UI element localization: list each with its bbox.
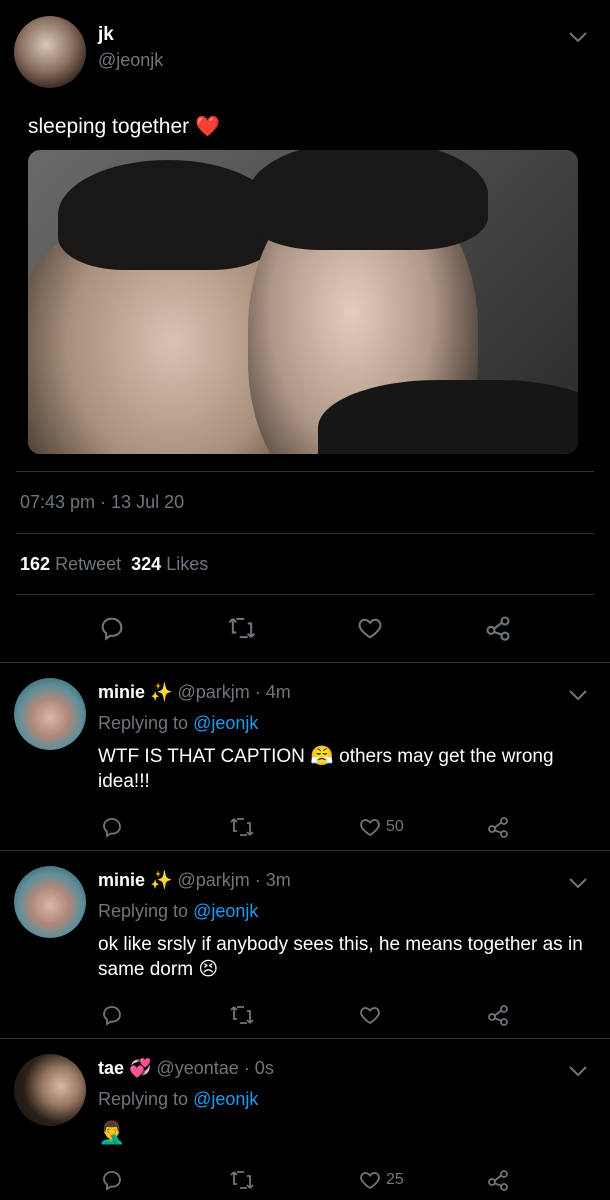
reply-header: minie ✨ @parkjm · 4m [98, 682, 291, 703]
reply-icon[interactable] [100, 1003, 124, 1027]
hearts-emoji: 💞 [129, 1058, 152, 1078]
chevron-down-icon[interactable] [568, 30, 588, 44]
steam-face-emoji: 😤 [310, 746, 334, 767]
chevron-down-icon[interactable] [568, 688, 588, 702]
reply-author-name[interactable]: minie [98, 682, 145, 702]
heart-icon[interactable] [358, 1003, 382, 1027]
replying-to-handle[interactable]: @jeonjk [193, 713, 258, 733]
reply-author-handle[interactable]: @parkjm [177, 682, 249, 702]
retweet-icon[interactable] [228, 1168, 256, 1192]
author-handle[interactable]: @jeonjk [98, 50, 163, 71]
tweet-text: sleeping together ❤️ [28, 115, 220, 138]
facepalm-emoji: 🤦‍♂️ [98, 1120, 126, 1145]
reply-header: tae 💞 @yeontae · 0s [98, 1058, 274, 1079]
retweet-icon[interactable] [228, 1003, 256, 1027]
reply-icon[interactable] [100, 1168, 124, 1192]
tweet-timestamp: 07:43 pm · 13 Jul 20 [20, 492, 185, 512]
like-action[interactable] [358, 1003, 386, 1027]
like-count: 25 [386, 1171, 404, 1188]
divider [0, 850, 610, 851]
like-count: 50 [386, 818, 404, 835]
share-icon[interactable] [486, 1003, 510, 1027]
reply-text: ok like srsly if anybody sees this, he m… [98, 934, 583, 980]
chevron-down-icon[interactable] [568, 876, 588, 890]
replying-to: Replying to @jeonjk [98, 713, 259, 733]
persevering-face-emoji: 😣 [198, 959, 219, 980]
replying-to: Replying to @jeonjk [98, 1089, 259, 1109]
divider [16, 533, 594, 534]
divider [16, 594, 594, 595]
chevron-down-icon[interactable] [568, 1064, 588, 1078]
reply-author-handle[interactable]: @yeontae [156, 1058, 238, 1078]
tweet-stats: 162 Retweet 324 Likes [20, 554, 208, 575]
retweet-icon[interactable] [226, 614, 258, 642]
reply-time: · 4m [254, 682, 291, 702]
share-icon[interactable] [484, 614, 512, 642]
reply-avatar[interactable] [14, 866, 86, 938]
sparkles-emoji: ✨ [150, 682, 173, 702]
reply-author-name[interactable]: minie [98, 870, 145, 890]
heart-emoji: ❤️ [194, 116, 220, 138]
reply-text: WTF IS THAT CAPTION 😤 others may get the… [98, 746, 554, 792]
author-avatar[interactable] [14, 16, 86, 88]
share-icon[interactable] [486, 1168, 510, 1192]
retweet-count: 162 [20, 554, 51, 574]
like-action[interactable]: 25 [358, 1168, 404, 1192]
reply-avatar[interactable] [14, 678, 86, 750]
reply-author-name[interactable]: tae [98, 1058, 124, 1078]
tweet-photo[interactable] [28, 150, 578, 454]
retweet-label[interactable]: Retweet [55, 554, 121, 574]
reply-time: · 3m [254, 870, 291, 890]
reply-header: minie ✨ @parkjm · 3m [98, 870, 291, 891]
divider [16, 471, 594, 472]
likes-label[interactable]: Likes [166, 554, 208, 574]
reply-time: · 0s [243, 1058, 274, 1078]
share-icon[interactable] [486, 815, 510, 839]
replying-to-handle[interactable]: @jeonjk [193, 901, 258, 921]
divider [0, 1038, 610, 1039]
sparkles-emoji: ✨ [150, 870, 173, 890]
reply-icon[interactable] [100, 815, 124, 839]
reply-avatar[interactable] [14, 1054, 86, 1126]
reply-text: 🤦‍♂️ [98, 1120, 125, 1146]
heart-icon[interactable] [356, 614, 384, 642]
heart-icon[interactable] [358, 1168, 382, 1192]
retweet-icon[interactable] [228, 815, 256, 839]
divider [0, 662, 610, 663]
author-name[interactable]: jk [98, 24, 114, 46]
replying-to: Replying to @jeonjk [98, 901, 259, 921]
replying-to-handle[interactable]: @jeonjk [193, 1089, 258, 1109]
like-action[interactable]: 50 [358, 815, 404, 839]
reply-author-handle[interactable]: @parkjm [177, 870, 249, 890]
reply-icon[interactable] [98, 614, 126, 642]
likes-count: 324 [131, 554, 162, 574]
heart-icon[interactable] [358, 815, 382, 839]
